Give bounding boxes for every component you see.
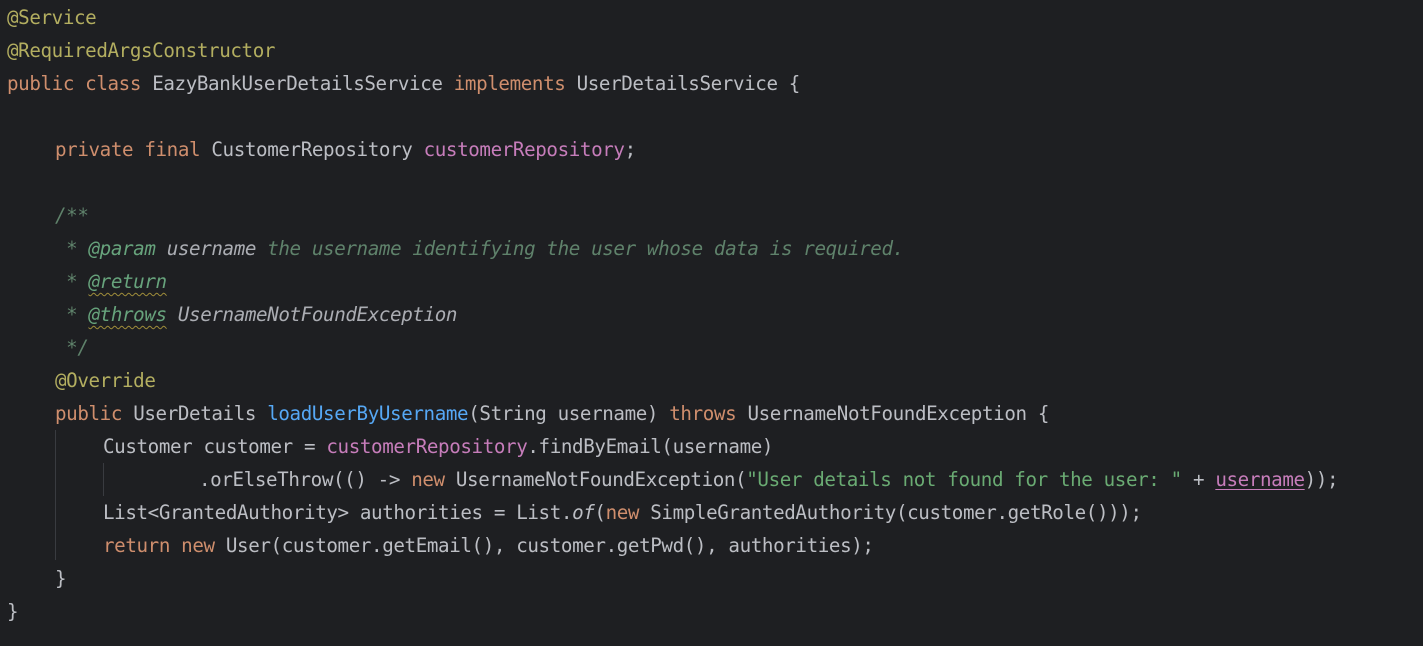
code-line[interactable]: */ (55, 331, 89, 364)
code-token: .findByEmail(username) (527, 435, 774, 458)
code-token: @param (88, 237, 167, 260)
code-token: * (55, 270, 89, 293)
indent-guide-continuation (103, 463, 104, 496)
code-line[interactable]: * @param username the username identifyi… (55, 232, 904, 265)
code-token: @throws (88, 303, 168, 326)
code-token: ( (594, 501, 606, 524)
code-token: SimpleGrantedAuthority(customer.getRole(… (650, 501, 1142, 524)
code-token: @Service (7, 6, 97, 29)
code-line[interactable]: /** (55, 199, 89, 232)
code-line[interactable]: @Override (55, 364, 156, 397)
code-line[interactable]: Customer customer = customerRepository.f… (103, 430, 773, 463)
code-token: new (605, 501, 651, 524)
code-token: } (7, 600, 19, 623)
code-token: throws (669, 402, 748, 425)
code-token: UserDetails (133, 402, 268, 425)
code-token: loadUserByUsername (267, 402, 469, 425)
code-token: UsernameNotFoundException (166, 303, 458, 326)
code-token: new (411, 468, 456, 491)
code-token: UsernameNotFoundException { (747, 402, 1049, 425)
code-token: ; (624, 138, 637, 161)
code-token: @RequiredArgsConstructor (7, 39, 276, 62)
code-line[interactable]: } (7, 595, 19, 628)
code-token: username (166, 237, 268, 260)
code-token: CustomerRepository (211, 138, 424, 161)
code-line[interactable]: .orElseThrow(() -> new UsernameNotFoundE… (199, 463, 1339, 496)
code-line[interactable]: @RequiredArgsConstructor (7, 34, 275, 67)
code-line[interactable]: @Service (7, 1, 97, 34)
code-token: implements (453, 72, 577, 95)
code-token: UserDetailsService { (576, 72, 801, 95)
code-token: private final (55, 138, 212, 161)
code-token: @Override (55, 369, 156, 392)
code-line[interactable]: List<GrantedAuthority> authorities = Lis… (103, 496, 1142, 529)
code-token: @return (88, 270, 168, 293)
code-line[interactable]: * @return (55, 265, 167, 298)
code-token: * (55, 237, 89, 260)
code-token: Customer customer = (103, 435, 327, 458)
code-token: EazyBankUserDetailsService (152, 72, 454, 95)
code-token: * (55, 303, 89, 326)
code-token: the username identifying the user whose … (267, 237, 904, 260)
code-line[interactable]: public class EazyBankUserDetailsService … (7, 67, 800, 100)
indent-guide-method-body (55, 430, 56, 560)
code-token: customerRepository (326, 435, 528, 458)
code-token: customerRepository (423, 138, 625, 161)
code-line[interactable]: public UserDetails loadUserByUsername(St… (55, 397, 1049, 430)
code-token: + (1181, 468, 1216, 491)
code-token: List<GrantedAuthority> authorities = Lis… (103, 501, 573, 524)
code-line[interactable]: private final CustomerRepository custome… (55, 133, 636, 166)
code-token: username (1215, 468, 1305, 491)
code-token: public class (7, 72, 153, 95)
code-token: } (55, 567, 67, 590)
code-token: User(customer.getEmail(), customer.getPw… (225, 534, 874, 557)
code-token: )); (1304, 468, 1339, 491)
code-token: return new (103, 534, 226, 557)
code-token: .orElseThrow(() -> (199, 468, 412, 491)
code-token: (String username) (468, 402, 670, 425)
code-line[interactable]: * @throws UsernameNotFoundException (55, 298, 457, 331)
code-token: public (55, 402, 134, 425)
code-line[interactable]: } (55, 562, 67, 595)
code-editor[interactable]: @Service @RequiredArgsConstructor public c… (0, 0, 1423, 646)
code-token: */ (55, 336, 89, 359)
code-token: "User details not found for the user: " (746, 468, 1182, 491)
code-token: /** (55, 204, 89, 227)
code-token: of (572, 501, 595, 524)
code-line[interactable]: return new User(customer.getEmail(), cus… (103, 529, 874, 562)
code-token: UsernameNotFoundException( (455, 468, 747, 491)
